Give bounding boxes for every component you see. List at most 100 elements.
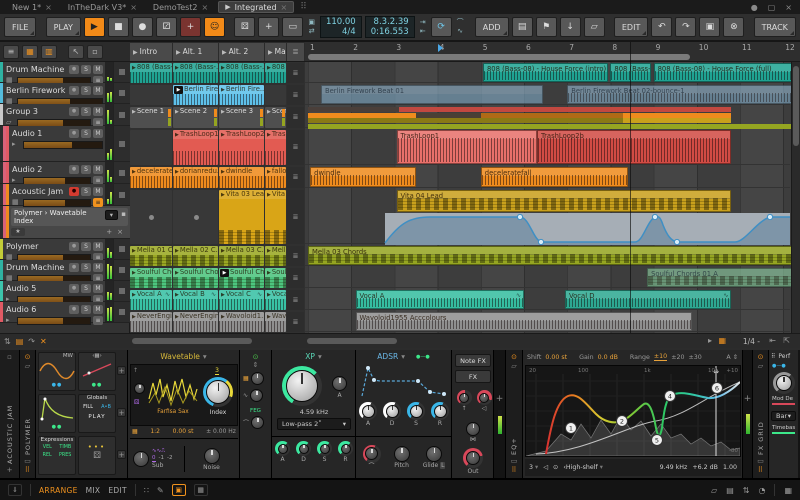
loop-region[interactable]	[308, 54, 691, 60]
import-icon[interactable]: ↓	[559, 17, 581, 37]
launcher-clip[interactable]: ▶Soulful Cho...	[173, 268, 218, 288]
solo-button[interactable]: S	[81, 85, 91, 95]
launcher-clip[interactable]: ▶Voca	[265, 290, 286, 310]
tab-close-icon[interactable]: ×	[45, 3, 52, 12]
arranger-clip[interactable]: Soulful Chords 01 A	[647, 268, 800, 287]
snap-setting[interactable]: 1/4 -	[743, 337, 760, 346]
solo-button[interactable]: S	[81, 283, 91, 293]
save-icon[interactable]: ▤	[511, 17, 533, 37]
timeline-ruler[interactable]: 1 2 3 4 5 6 7 8 9 10 11 12	[305, 42, 800, 62]
undo-icon[interactable]: ↶	[651, 17, 673, 37]
track-stop-button[interactable]	[113, 239, 130, 259]
shape-knob[interactable]	[250, 389, 264, 402]
file-menu-button[interactable]: FILE	[4, 17, 37, 37]
track-stop-button[interactable]	[113, 126, 130, 161]
history-panel-icon[interactable]: ◔	[758, 486, 765, 495]
group-summary-clip[interactable]	[308, 107, 399, 112]
add-modulator-button[interactable]: +	[117, 366, 126, 375]
eq-ab-toggle[interactable]: A ⇕	[726, 354, 738, 361]
launcher-clip[interactable]: ▶Scene 3	[219, 107, 264, 128]
browser-panel-icon[interactable]: ▱	[711, 486, 717, 495]
env-knob[interactable]: A	[275, 441, 290, 464]
record-arm-button[interactable]: ●	[69, 186, 79, 196]
add-device-button[interactable]: +	[744, 394, 752, 404]
track-stop-button[interactable]	[113, 184, 130, 205]
track-header[interactable]: Polymer ● S M ▦ ≡	[0, 239, 130, 262]
mute-button[interactable]: M	[93, 128, 103, 138]
clip-stop-button[interactable]: ≣	[287, 268, 304, 288]
stop-all-scenes-button[interactable]: ≣	[287, 43, 304, 61]
arranger-view-toggle[interactable]: ▥	[41, 44, 57, 59]
arranger-clip[interactable]: deceleratefall	[480, 167, 628, 187]
record-button[interactable]: ●	[131, 17, 153, 37]
volume-slider[interactable]	[23, 140, 103, 149]
arranger-clip[interactable]: 808 (Bass-08) - House Force (intro)	[482, 63, 609, 82]
polymer-device-strip[interactable]: ⊙ ▱ POLYMER ▭ ⠿	[20, 350, 36, 478]
remote-close-icon[interactable]: ×	[117, 228, 123, 236]
snap-box[interactable]: ▫	[87, 44, 103, 59]
group-summary-clip[interactable]	[308, 118, 624, 123]
dashboard-grid-icon[interactable]: ⠿	[300, 2, 307, 12]
dual-view-icon[interactable]: ∷	[144, 486, 149, 495]
arranger-clip[interactable]: Wavoloid1955 Acccolours	[355, 312, 693, 331]
playhead[interactable]	[630, 42, 631, 333]
wavetable-preset[interactable]: Farfisa Sax	[147, 409, 199, 415]
mute-button[interactable]: M	[93, 262, 103, 272]
pitch-knob[interactable]	[393, 445, 410, 462]
launcher-clip[interactable]: ▶Scene 1	[130, 107, 172, 128]
arranger-clip[interactable]: Vita 04 Lead	[396, 190, 732, 212]
mute-button[interactable]: M	[93, 164, 103, 174]
eq-power-icon[interactable]: ⊙	[511, 353, 517, 362]
solo-button[interactable]: S	[81, 164, 91, 174]
scene-header[interactable]: ▶ Alt. 2	[219, 43, 264, 61]
follow-icon[interactable]: ⇄	[309, 28, 315, 35]
stop-button[interactable]: ■	[107, 17, 129, 37]
eq-remote-icon[interactable]: ▭	[511, 457, 518, 466]
solo-button[interactable]: S	[81, 106, 91, 116]
launcher-clip[interactable]: ▶Vocal A ∿	[130, 290, 172, 310]
mute-button[interactable]: M	[93, 241, 103, 251]
scene-header[interactable]: ▶Main	[265, 43, 286, 61]
play-button[interactable]: ▶	[83, 17, 105, 37]
cutoff-knob[interactable]	[282, 366, 322, 406]
add-modulator-button[interactable]: +	[117, 450, 126, 459]
index-knob[interactable]	[203, 377, 233, 407]
snap-mode-icon[interactable]: ⇤	[769, 336, 776, 345]
device-power-icon[interactable]: ⊙	[25, 353, 31, 362]
env-knob[interactable]: D	[296, 441, 311, 464]
clip-launcher-toggle[interactable]: ⚄	[234, 17, 256, 37]
track-header[interactable]: Berlin Firework Kit●SM▦	[0, 83, 130, 106]
launcher-clip[interactable]: ▶Soulf	[265, 268, 286, 288]
fxgrid-remote-icon[interactable]: ▭	[757, 457, 764, 466]
launcher-clip[interactable]: ▶TrashLoop1	[173, 130, 218, 165]
note-fx-button[interactable]: Note FX	[455, 354, 491, 367]
wt-keytrack-icon[interactable]: ↑	[133, 367, 138, 374]
launcher-clip[interactable]: ▶Scene 2	[173, 107, 218, 128]
clip-stop-button[interactable]: ≣	[287, 312, 304, 332]
adsr-knob[interactable]: A	[359, 402, 377, 428]
arranger-clip[interactable]: TrashLoop1	[396, 130, 537, 164]
device-folder-icon[interactable]: ▱	[25, 362, 30, 371]
group-summary-clip[interactable]	[308, 112, 416, 118]
wavetable-title[interactable]: Wavetable	[160, 352, 200, 361]
launcher-clip[interactable]: ▶Trash	[265, 130, 286, 165]
launcher-clip[interactable]: ▶NeverEngin...	[130, 312, 172, 332]
mute-button[interactable]: M	[93, 186, 103, 196]
remote-star-button[interactable]: ★	[11, 228, 25, 236]
solo-button[interactable]: S	[81, 186, 91, 196]
launcher-clip[interactable]: ▶NeverEngin...	[173, 312, 218, 332]
edit-menu-button[interactable]: EDIT	[613, 17, 649, 37]
pan-knob[interactable]	[466, 422, 480, 436]
launcher-clip[interactable]: Soulful Cho...▶	[219, 268, 264, 288]
project-tab[interactable]: New 1* ×	[6, 1, 58, 13]
wt-detune[interactable]: 0.00 st	[173, 428, 194, 435]
grid-icon[interactable]: ▦	[718, 336, 726, 345]
empty-clip-slot[interactable]	[265, 85, 286, 105]
remote-device-selector[interactable]: Polymer › Wavetable Index ▾ ▪	[11, 208, 128, 226]
record-arm-button[interactable]: ●	[69, 106, 79, 116]
arranger-clip[interactable]: Berlin Firework Beat 01	[320, 85, 544, 104]
track-header[interactable]: Acoustic Jam ● S M ▦ ≡	[0, 184, 130, 207]
track-stop-button[interactable]	[113, 104, 130, 125]
launcher-clip[interactable]: ▶Vocal C ∿	[219, 290, 264, 310]
track-stop-button[interactable]	[113, 281, 130, 301]
